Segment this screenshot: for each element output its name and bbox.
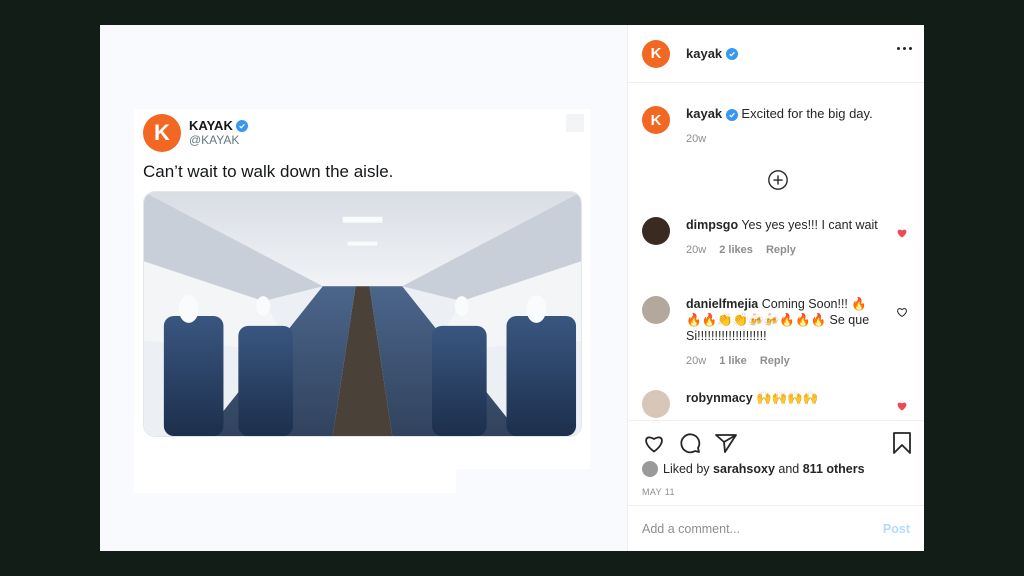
comment-likes[interactable]: 1 like: [719, 355, 747, 367]
comments-list[interactable]: K kayak Excited for the big day. 20w dim…: [628, 84, 924, 419]
post-comment-button[interactable]: Post: [883, 522, 910, 536]
caption-avatar[interactable]: K: [642, 106, 670, 134]
tweet-handle: @KAYAK: [189, 133, 240, 147]
post-date: MAY 11: [642, 487, 675, 497]
tweet-text: Can’t wait to walk down the aisle.: [143, 162, 394, 181]
reply-button[interactable]: Reply: [766, 244, 796, 256]
share-paper-plane-icon[interactable]: [714, 431, 738, 455]
comment-input[interactable]: [642, 521, 883, 536]
caption-text: Excited for the big day.: [741, 106, 873, 121]
comment-text: 🙌🙌🙌🙌: [756, 391, 819, 405]
post-header: K kayak: [628, 25, 924, 83]
airplane-cabin-photo: [143, 191, 582, 437]
comment-username[interactable]: robynmacy: [686, 391, 753, 405]
others-count[interactable]: 811 others: [803, 462, 865, 476]
tweet-corner-mark: [566, 114, 584, 132]
verified-icon: [235, 120, 248, 132]
verified-icon: [726, 47, 739, 60]
tweet-card: K KAYAK @KAYAK Can’t wait to walk down t…: [134, 109, 590, 469]
instagram-post: K KAYAK @KAYAK Can’t wait to walk down t…: [100, 25, 924, 551]
load-more-comments-icon[interactable]: [767, 169, 789, 191]
comment-username[interactable]: dimpsgo: [686, 218, 738, 232]
comment-avatar[interactable]: [642, 390, 670, 418]
liker-username[interactable]: sarahsoxy: [713, 462, 775, 476]
more-options-icon[interactable]: [897, 47, 912, 50]
comment-avatar[interactable]: [642, 217, 670, 245]
like-heart-icon[interactable]: [642, 431, 666, 455]
caption-time: 20w: [686, 133, 707, 145]
header-username[interactable]: kayak: [686, 46, 739, 61]
comment-bubble-icon[interactable]: [678, 431, 702, 455]
comment-item: danielfmejia Coming Soon!!! 🔥🔥🔥👏👏🍻🍻🔥🔥🔥 S…: [642, 296, 912, 369]
comment-time: 20w: [686, 355, 707, 367]
bookmark-icon[interactable]: [890, 431, 914, 455]
comment-time: 20w: [686, 244, 707, 256]
tweet-card-footer: [134, 469, 456, 493]
post-media: K KAYAK @KAYAK Can’t wait to walk down t…: [100, 25, 628, 551]
tweet-header: K KAYAK @KAYAK: [143, 114, 248, 152]
header-avatar[interactable]: K: [642, 39, 670, 68]
comment-text: Yes yes yes!!! I cant wait: [741, 218, 878, 232]
comment-avatar[interactable]: [642, 296, 670, 324]
tweet-name: KAYAK: [189, 119, 248, 133]
post-sidebar: K kayak K kayak Excited for the big day.…: [628, 25, 924, 551]
heart-filled-icon[interactable]: [896, 400, 908, 412]
caption-username[interactable]: kayak: [686, 106, 722, 121]
comment-likes[interactable]: 2 likes: [719, 244, 753, 256]
caption: K kayak Excited for the big day. 20w: [642, 106, 873, 147]
liker-avatar[interactable]: [642, 461, 658, 477]
heart-outline-icon[interactable]: [896, 306, 908, 318]
liked-by: Liked by sarahsoxy and 811 others: [642, 461, 865, 477]
reply-button[interactable]: Reply: [760, 355, 790, 367]
verified-icon: [725, 109, 738, 121]
comment-item: robynmacy 🙌🙌🙌🙌: [642, 390, 912, 418]
comment-username[interactable]: danielfmejia: [686, 297, 758, 311]
post-actions: Liked by sarahsoxy and 811 others MAY 11: [628, 420, 924, 506]
add-comment-bar: Post: [628, 505, 924, 551]
tweet-avatar: K: [143, 114, 181, 152]
comment-item: dimpsgo Yes yes yes!!! I cant wait 20w 2…: [642, 217, 912, 258]
heart-filled-icon[interactable]: [896, 227, 908, 239]
